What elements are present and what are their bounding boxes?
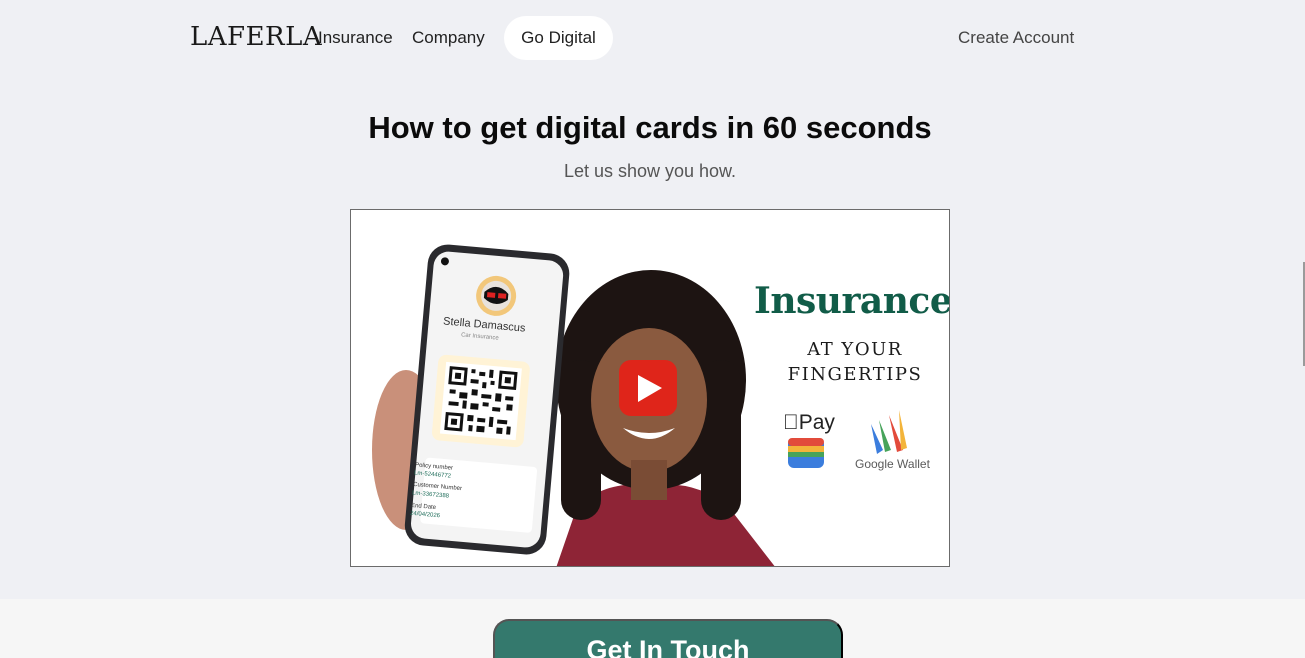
nav-link-go-digital[interactable]: Go Digital [504,16,613,60]
brand-logo[interactable]: LAFERLA [190,22,322,52]
page-title: How to get digital cards in 60 seconds [368,110,932,145]
top-nav: LAFERLA Insurance Company Go Digital Cre… [0,16,1305,60]
tagline-line-2: FINGERTIPS [787,364,923,385]
nav-link-insurance[interactable]: Insurance [318,28,393,48]
video-heading: Insurance [754,280,950,322]
get-in-touch-button[interactable]: Get In Touch [493,619,843,658]
page-subtitle: Let us show you how. [563,161,737,181]
play-icon [619,360,677,416]
video-player[interactable]: Insurance AT YOUR FINGERTIPS Pay Google… [350,209,950,567]
video-thumbnail [351,210,949,566]
video-tagline: AT YOUR FINGERTIPS [771,337,939,387]
apple-pay-logo: Pay [783,411,835,434]
google-wallet-label: Google Wallet [855,457,930,471]
apple-icon:  [783,411,799,434]
create-account-link[interactable]: Create Account [958,28,1074,48]
nav-link-company[interactable]: Company [412,28,485,48]
apple-wallet-icon [788,438,824,468]
tagline-line-1: AT YOUR [807,339,903,360]
